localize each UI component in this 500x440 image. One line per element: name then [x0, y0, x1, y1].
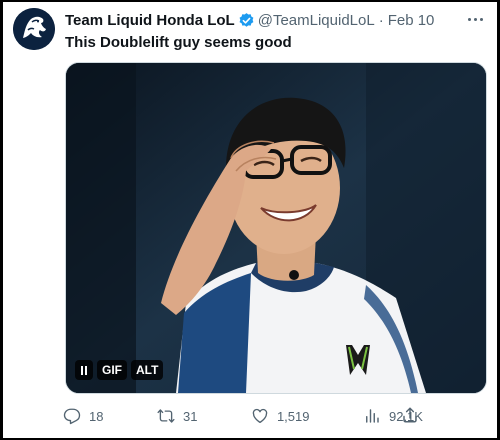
- reply-count: 18: [89, 408, 104, 424]
- avatar[interactable]: [13, 8, 55, 50]
- repost-count: 31: [182, 408, 198, 424]
- gif-media[interactable]: [65, 62, 487, 394]
- media-badges: GIF ALT: [75, 360, 164, 380]
- gif-badge[interactable]: GIF: [97, 360, 127, 380]
- repost-icon: [157, 409, 175, 423]
- heart-icon: [252, 408, 268, 424]
- share-button[interactable]: [401, 406, 419, 424]
- share-icon: [403, 407, 417, 423]
- reply-icon: [63, 408, 81, 425]
- tweet-actions: 18 31 1,519 92.1K: [63, 406, 423, 426]
- reply-button[interactable]: 18: [63, 407, 103, 425]
- author-handle[interactable]: @TeamLiquidLoL: [258, 12, 375, 29]
- pause-icon: [81, 365, 87, 375]
- more-options-button[interactable]: [465, 10, 485, 28]
- tweet-header: Team Liquid Honda LoL @TeamLiquidLoL · F…: [65, 10, 434, 30]
- repost-button[interactable]: 31: [157, 407, 197, 425]
- like-button[interactable]: 1,519: [251, 407, 310, 425]
- tweet-text: This Doublelift guy seems good: [65, 34, 292, 51]
- more-dots-icon: [467, 17, 471, 21]
- tweet-timestamp[interactable]: Feb 10: [388, 12, 435, 29]
- tweet-card[interactable]: Team Liquid Honda LoL @TeamLiquidLoL · F…: [3, 2, 497, 438]
- verified-badge-icon: [239, 12, 254, 27]
- alt-text-badge[interactable]: ALT: [131, 360, 164, 380]
- separator-dot: ·: [378, 11, 384, 29]
- views-chart-icon: [366, 409, 379, 423]
- team-liquid-logo-icon: [13, 8, 55, 50]
- pause-button[interactable]: [75, 360, 93, 380]
- like-count: 1,519: [276, 408, 310, 424]
- author-display-name[interactable]: Team Liquid Honda LoL: [65, 12, 235, 29]
- gif-frame-image: [66, 63, 486, 393]
